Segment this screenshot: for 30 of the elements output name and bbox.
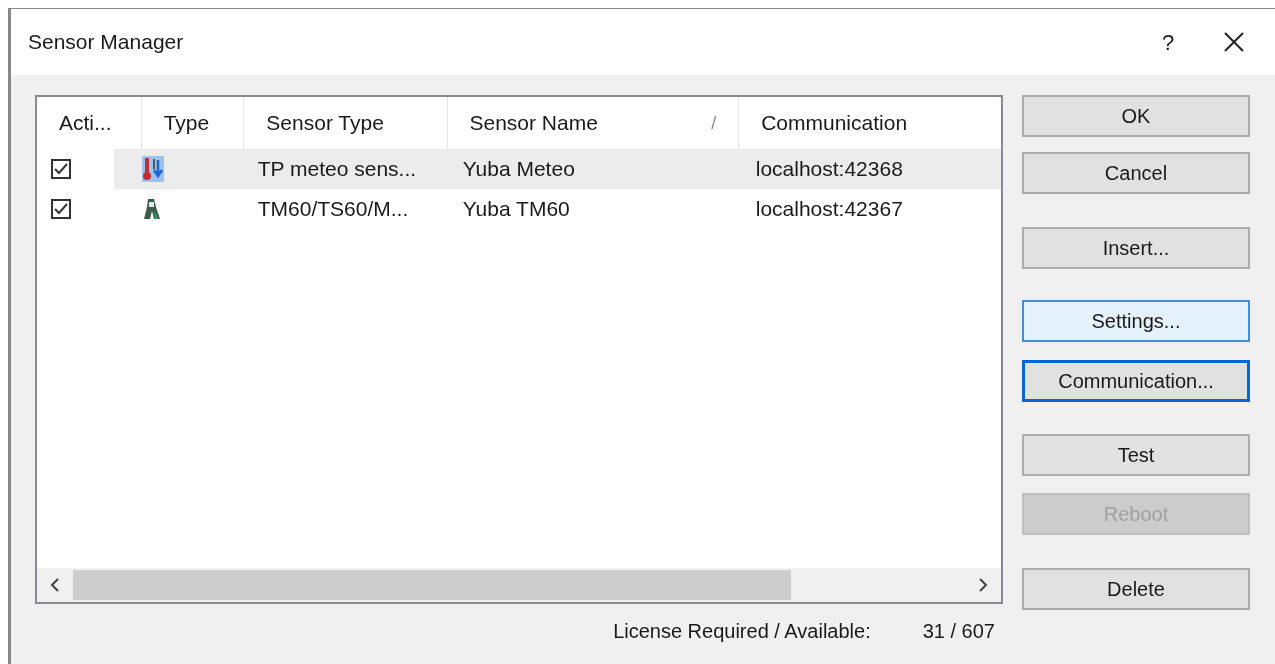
window-title: Sensor Manager bbox=[28, 29, 184, 56]
scrollbar-thumb[interactable] bbox=[73, 570, 791, 600]
help-button[interactable]: ? bbox=[1153, 25, 1183, 59]
dialog-button[interactable]: Delete bbox=[1022, 568, 1250, 610]
dialog-button[interactable]: Insert... bbox=[1022, 227, 1250, 269]
close-icon[interactable] bbox=[1223, 31, 1245, 53]
dialog-button[interactable]: OK bbox=[1022, 95, 1250, 137]
table-cell-text: TP meteo sens... bbox=[256, 156, 418, 183]
table-row[interactable]: TP meteo sens... Yuba Meteo localhost:42368 bbox=[113, 149, 1001, 189]
table-row[interactable]: TM60/TS60/M... Yuba TM60 localhost:42367 bbox=[113, 189, 1001, 229]
scroll-right-icon[interactable] bbox=[977, 577, 989, 593]
table-cell-text: localhost:42368 bbox=[754, 156, 903, 183]
license-count: 31 / 607 bbox=[922, 619, 995, 644]
table-cell-text: localhost:42367 bbox=[754, 196, 903, 223]
dialog-button[interactable]: Cancel bbox=[1022, 152, 1250, 194]
thermometer-icon bbox=[141, 156, 164, 182]
table-cell-text: Yuba TM60 bbox=[461, 196, 571, 223]
scroll-left-icon[interactable] bbox=[49, 577, 61, 593]
dialog-button[interactable]: Settings... bbox=[1022, 300, 1250, 342]
license-label: License Required / Available: bbox=[613, 619, 871, 644]
table-cell-text: Yuba Meteo bbox=[461, 156, 576, 183]
row-checkbox[interactable] bbox=[51, 199, 71, 219]
sort-indicator: / bbox=[711, 111, 717, 135]
column-header[interactable]: Communication bbox=[739, 97, 1001, 149]
dialog-button[interactable]: Test bbox=[1022, 434, 1250, 476]
row-checkbox[interactable] bbox=[51, 159, 71, 179]
horizontal-scrollbar[interactable] bbox=[37, 568, 1001, 602]
total-station-icon bbox=[141, 197, 162, 221]
dialog-button[interactable]: Communication... bbox=[1022, 360, 1250, 402]
table-cell-text: TM60/TS60/M... bbox=[256, 196, 410, 223]
